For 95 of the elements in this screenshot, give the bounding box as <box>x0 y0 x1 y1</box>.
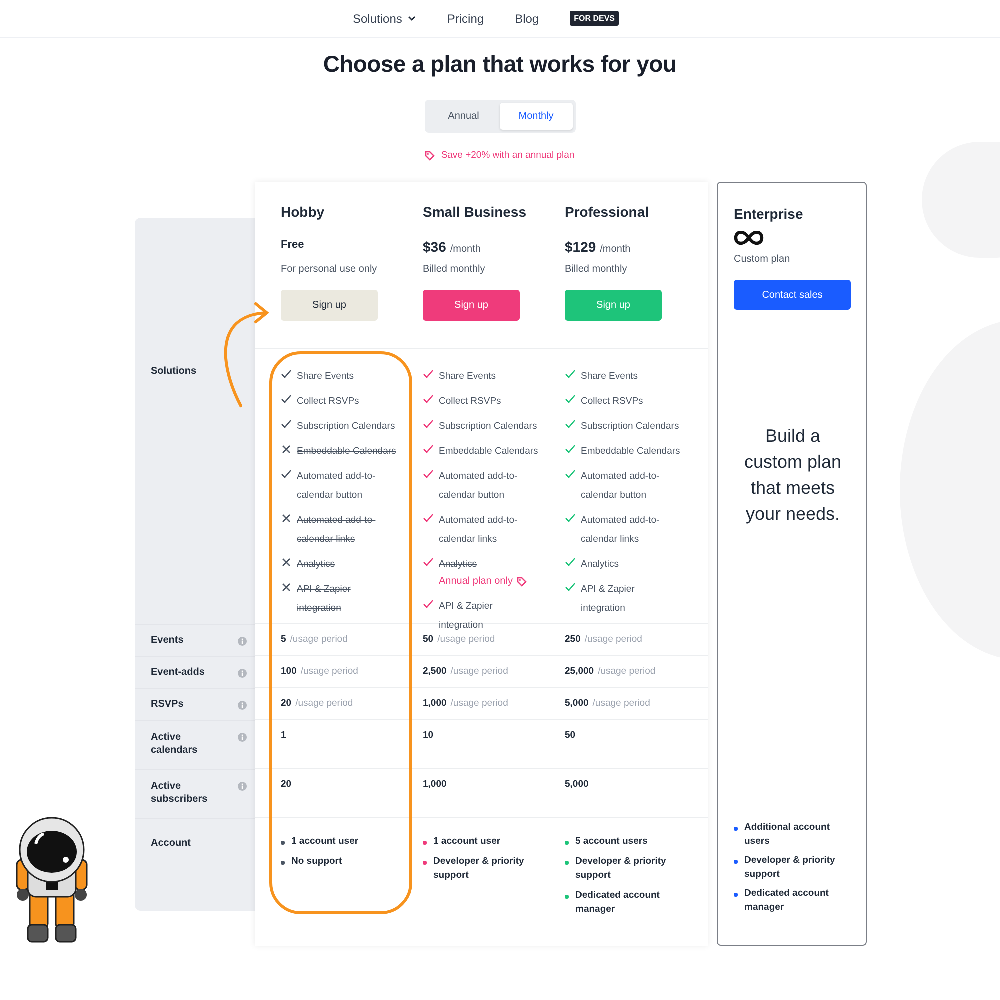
plan-note: Annual plan only <box>439 575 513 589</box>
plan-name: Professional <box>565 204 650 220</box>
account-feature: Dedicated account manager <box>576 889 661 917</box>
infinity-icon <box>734 231 764 245</box>
sign-up-button[interactable]: Sign up <box>423 290 520 321</box>
feature-text: API & Zapier integration <box>439 601 493 631</box>
feature-text: Embeddable Calendars <box>297 446 396 457</box>
limit-unit: /usage period <box>450 698 508 709</box>
page-title: Choose a plan that works for you <box>322 51 678 78</box>
limit-value: 5 <box>281 634 286 645</box>
limit-unit: /usage period <box>450 666 508 677</box>
feature-text: Automated add-to-calendar links <box>581 515 660 545</box>
row-label: Account <box>151 837 192 850</box>
limit-value: 20 <box>281 779 292 790</box>
chevron-down-icon <box>408 16 416 22</box>
limit-value: 20 <box>281 698 292 709</box>
price-unit: /month <box>450 244 481 255</box>
billing-note: Billed monthly <box>565 264 628 275</box>
price-unit: /month <box>600 244 631 255</box>
limit-unit: /usage period <box>592 698 650 709</box>
limit-value: 25,000 <box>565 666 594 677</box>
nav-link[interactable]: Pricing <box>447 12 484 26</box>
limit-value: 10 <box>423 730 434 741</box>
contact-sales-button[interactable]: Contact sales <box>734 280 851 310</box>
limit-value: 2,500 <box>423 666 447 677</box>
feature-text: Share Events <box>581 371 638 382</box>
feature-text: Automated add-to-calendar links <box>297 515 376 545</box>
feature-text: Automated add-to-calendar links <box>439 515 518 545</box>
plan-price: $129 <box>565 239 596 255</box>
account-feature: 1 account user <box>434 835 502 849</box>
limit-value: 1 <box>281 730 286 741</box>
account-feature: No support <box>292 855 344 869</box>
account-feature: Developer & priority support <box>576 855 668 883</box>
billing-note: Billed monthly <box>423 264 486 275</box>
feature-text: Subscription Calendars <box>581 421 680 432</box>
limit-value: 50 <box>423 634 434 645</box>
limit-value: 1,000 <box>423 779 447 790</box>
limit-value: 50 <box>565 730 576 741</box>
limit-unit: /usage period <box>584 634 642 645</box>
limit-unit: /usage period <box>296 698 354 709</box>
row-label: Event-adds <box>151 666 206 679</box>
tag-icon <box>425 150 436 160</box>
feature-text: Share Events <box>297 371 354 382</box>
limit-value: 5,000 <box>565 698 589 709</box>
account-feature: 5 account users <box>576 835 649 849</box>
limit-value: 1,000 <box>423 698 447 709</box>
feature-text: Automated add-to-calendar button <box>439 471 518 501</box>
limit-unit: /usage period <box>300 666 358 677</box>
dev-link[interactable]: FOR DEVS <box>570 11 619 26</box>
enterprise-blurb: Build a custom plan that meets your needs. <box>743 425 843 526</box>
limit-unit: /usage period <box>438 634 496 645</box>
limit-unit: /usage period <box>290 634 348 645</box>
row-label: Active subscribers <box>151 780 209 806</box>
promo-text: Save +20% with an annual plan <box>441 150 575 161</box>
nav-dropdown[interactable]: Solutions <box>353 12 416 26</box>
account-feature: Developer & priority support <box>434 855 526 883</box>
feature-text: Analytics <box>581 559 620 570</box>
limit-value: 250 <box>565 634 581 645</box>
account-feature: Additional account users <box>744 821 831 849</box>
plan-name: Small Business <box>423 204 528 220</box>
plan-name: Hobby <box>281 204 326 220</box>
feature-text: API & Zapier integration <box>581 584 635 614</box>
feature-text: Analytics <box>297 559 336 570</box>
feature-text: Subscription Calendars <box>297 421 396 432</box>
sign-up-button[interactable]: Sign up <box>281 290 378 321</box>
plan-price: $36 <box>423 239 446 255</box>
feature-text: Analytics <box>439 559 478 570</box>
plan-name: Enterprise <box>734 206 804 222</box>
account-feature: 1 account user <box>292 835 360 849</box>
feature-text: Share Events <box>439 371 496 382</box>
row-label: Solutions <box>151 365 198 378</box>
feature-text: Embeddable Calendars <box>581 446 680 457</box>
feature-text: Collect RSVPs <box>581 396 644 407</box>
tag-icon <box>516 576 527 586</box>
feature-text: Subscription Calendars <box>439 421 538 432</box>
limit-unit: /usage period <box>598 666 656 677</box>
feature-text: Collect RSVPs <box>297 396 360 407</box>
feature-text: Automated add-to-calendar button <box>297 471 376 501</box>
row-label: RSVPs <box>151 698 185 711</box>
nav-link[interactable]: Blog <box>515 12 540 26</box>
plan-price: Free <box>281 239 304 251</box>
row-label: Active calendars <box>151 731 199 757</box>
billing-tab[interactable]: Annual <box>428 103 500 130</box>
feature-text: Embeddable Calendars <box>439 446 538 457</box>
feature-text: Automated add-to-calendar button <box>581 471 660 501</box>
billing-tab[interactable]: Monthly <box>500 103 572 130</box>
row-label: Events <box>151 634 185 647</box>
account-feature: Developer & priority support <box>744 854 836 882</box>
billing-note: Custom plan <box>734 254 790 265</box>
limit-value: 5,000 <box>565 779 589 790</box>
feature-text: Collect RSVPs <box>439 396 502 407</box>
account-feature: Dedicated account manager <box>744 887 830 915</box>
feature-text: API & Zapier integration <box>297 584 351 614</box>
limit-value: 100 <box>281 666 297 677</box>
billing-note: For personal use only <box>281 264 378 275</box>
